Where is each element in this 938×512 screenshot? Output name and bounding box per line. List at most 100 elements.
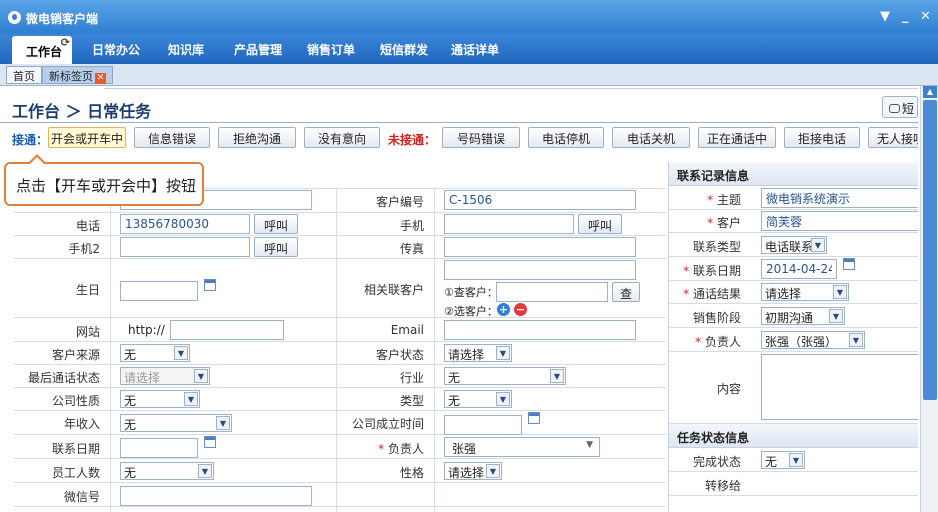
add-icon[interactable]: + xyxy=(497,303,510,316)
contact-date-input[interactable] xyxy=(761,259,837,279)
contact-owner-value: 张强（张强） xyxy=(765,335,838,349)
menu-daily-office[interactable]: 日常办公 xyxy=(92,41,140,58)
subject-label: * 主题 xyxy=(669,191,741,208)
contact-customer-label-text: 客户 xyxy=(716,216,741,230)
status-meeting-driving-button[interactable]: 开会或开车中 xyxy=(48,127,126,148)
contact-owner-select[interactable]: 张强（张强） ▼ xyxy=(761,331,865,349)
menu-dropdown-icon[interactable]: ▼ xyxy=(880,9,890,24)
status-refuse-button[interactable]: 拒绝沟通 xyxy=(218,127,296,148)
mobile2-input[interactable] xyxy=(120,237,250,257)
minimize-icon[interactable]: _ xyxy=(902,9,909,24)
related-customer-input[interactable] xyxy=(444,260,636,280)
task-row: 完成状态 无 ▼ xyxy=(669,448,918,472)
tab-close-icon[interactable]: ✕ xyxy=(95,73,106,84)
category-value: 无 xyxy=(448,394,461,408)
website-input[interactable] xyxy=(170,320,284,340)
fax-input[interactable] xyxy=(444,237,636,257)
wechat-input[interactable] xyxy=(120,486,312,506)
status-no-answer-button[interactable]: 无人接听 xyxy=(868,127,918,148)
menu-sales-orders[interactable]: 销售订单 xyxy=(307,41,355,58)
scroll-up-icon[interactable]: ▲ xyxy=(923,86,937,98)
chevron-down-icon: ▼ xyxy=(486,464,500,478)
calendar-icon[interactable] xyxy=(204,436,216,448)
founded-input[interactable] xyxy=(444,415,522,435)
search-customer-button[interactable]: 查 xyxy=(612,282,640,302)
tab-home[interactable]: 首页 xyxy=(6,66,42,84)
done-status-select[interactable]: 无 ▼ xyxy=(761,451,805,469)
contact-type-select[interactable]: 电话联系 ▼ xyxy=(761,236,827,254)
call-mobile-button[interactable]: 呼叫 xyxy=(578,214,622,234)
email-input[interactable] xyxy=(444,320,636,340)
birthday-label: 生日 xyxy=(75,283,100,297)
birthday-input[interactable] xyxy=(120,281,198,301)
industry-select[interactable]: 无 ▼ xyxy=(444,367,566,385)
chevron-down-icon: ▼ xyxy=(198,464,212,478)
call-result-select[interactable]: 请选择 ▼ xyxy=(761,283,849,301)
mobile-input[interactable] xyxy=(444,214,574,234)
contact-customer-label: * 客户 xyxy=(669,214,741,231)
owner-label-text: 负责人 xyxy=(387,442,424,456)
status-rejected-button[interactable]: 拒接电话 xyxy=(784,127,860,148)
contact-date-input[interactable] xyxy=(120,438,198,458)
contact-record-panel: 联系记录信息 * 主题 * 客户 联系类型 电话联系▼ * 联系日期 * 通话结… xyxy=(668,162,918,512)
menu-call-details[interactable]: 通话详单 xyxy=(451,41,499,58)
chevron-down-icon: ▼ xyxy=(849,333,863,347)
contact-row: * 负责人 张强（张强） ▼ xyxy=(669,328,918,352)
employees-select[interactable]: 无 ▼ xyxy=(120,462,214,480)
status-no-intent-button[interactable]: 没有意向 xyxy=(304,127,380,148)
call-phone-button[interactable]: 呼叫 xyxy=(254,214,298,234)
vertical-scrollbar[interactable]: ▲ xyxy=(920,86,938,512)
done-status-value: 无 xyxy=(765,455,778,469)
status-powered-off-button[interactable]: 电话关机 xyxy=(612,127,690,148)
sales-stage-select[interactable]: 初期沟通 ▼ xyxy=(761,307,845,325)
last-call-label: 最后通话状态 xyxy=(27,371,100,385)
calendar-icon[interactable] xyxy=(843,258,855,270)
task-row: 转移给 xyxy=(669,472,918,496)
call-mobile2-button[interactable]: 呼叫 xyxy=(254,237,298,257)
search-customer-input[interactable] xyxy=(496,282,608,302)
phone-input[interactable] xyxy=(120,214,250,234)
sms-button[interactable]: 短 xyxy=(882,96,918,118)
call-result-value: 请选择 xyxy=(765,287,802,301)
menu-workbench[interactable]: 工作台 ⟳ xyxy=(12,36,73,64)
source-select[interactable]: 无 ▼ xyxy=(120,344,190,362)
customer-status-select[interactable]: 请选择 ▼ xyxy=(444,344,512,362)
phone-label: 电话 xyxy=(75,219,100,233)
chat-icon xyxy=(889,104,900,113)
company-type-value: 无 xyxy=(124,394,137,408)
refresh-icon[interactable]: ⟳ xyxy=(61,36,70,49)
personality-label: 性格 xyxy=(399,466,424,480)
income-select[interactable]: 无 ▼ xyxy=(120,414,232,432)
menu-sms-broadcast[interactable]: 短信群发 xyxy=(380,41,428,58)
status-info-error-button[interactable]: 信息错误 xyxy=(134,127,210,148)
contact-row: * 通话结果 请选择 ▼ xyxy=(669,281,918,304)
calendar-icon[interactable] xyxy=(204,279,216,291)
tab-new[interactable]: 新标签页 ✕ xyxy=(42,66,113,84)
employees-label: 员工人数 xyxy=(51,466,100,480)
remove-icon[interactable]: − xyxy=(514,303,527,316)
scrollbar-thumb[interactable] xyxy=(923,100,937,400)
calendar-icon[interactable] xyxy=(528,412,540,424)
owner-select[interactable]: 张强 ▼ xyxy=(444,437,600,457)
company-type-select[interactable]: 无 ▼ xyxy=(120,390,200,408)
contact-row: 销售阶段 初期沟通 ▼ xyxy=(669,304,918,328)
personality-select[interactable]: 请选择 ▼ xyxy=(444,462,502,480)
status-wrong-number-button[interactable]: 号码错误 xyxy=(442,127,520,148)
sales-stage-value: 初期沟通 xyxy=(765,311,814,325)
subject-input[interactable] xyxy=(761,188,918,208)
wechat-label: 微信号 xyxy=(63,490,100,504)
customer-no-input[interactable] xyxy=(444,190,636,210)
email-label: Email xyxy=(390,323,424,337)
status-suspended-button[interactable]: 电话停机 xyxy=(528,127,604,148)
form-row: 生日 相关联客户 ①查客户： 查 ②选客户： + − xyxy=(14,259,666,318)
contact-customer-input[interactable] xyxy=(761,211,918,231)
menu-knowledge-base[interactable]: 知识库 xyxy=(168,41,204,58)
close-icon[interactable]: ✕ xyxy=(920,9,931,24)
subject-label-text: 主题 xyxy=(716,193,741,207)
menu-product-management[interactable]: 产品管理 xyxy=(234,41,282,58)
content-textarea[interactable] xyxy=(761,354,918,420)
income-value: 无 xyxy=(124,418,137,432)
required-mark: * xyxy=(695,335,705,349)
category-select[interactable]: 无 ▼ xyxy=(444,390,512,408)
status-busy-button[interactable]: 正在通话中 xyxy=(698,127,776,148)
